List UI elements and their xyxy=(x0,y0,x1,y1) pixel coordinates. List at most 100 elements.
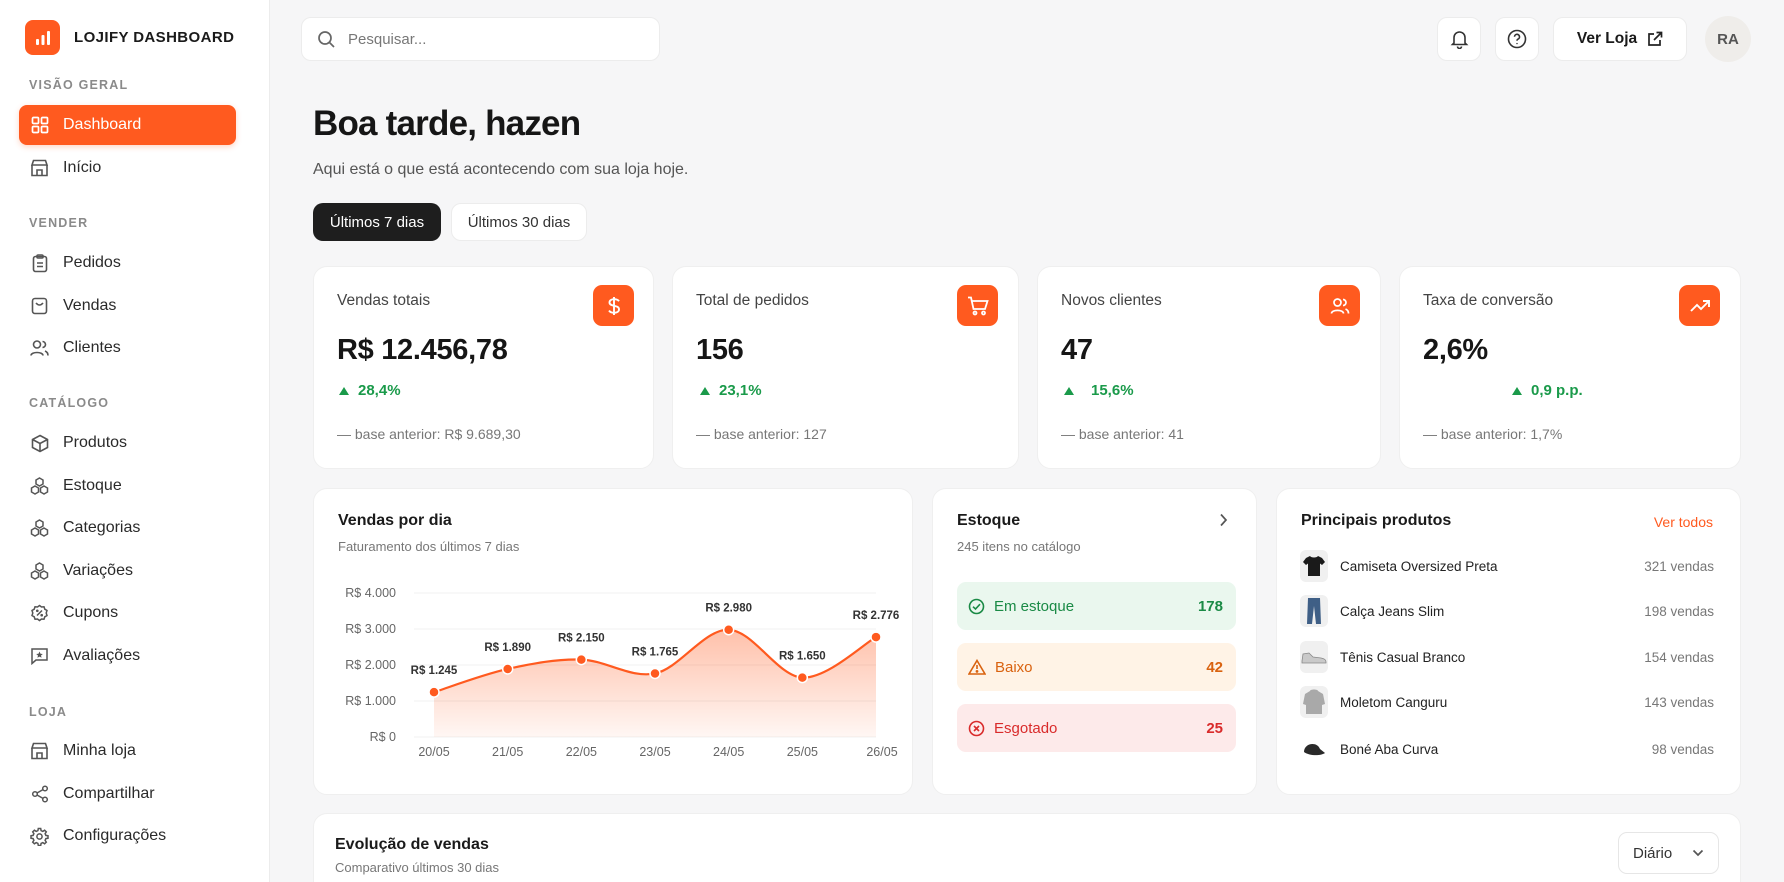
sidebar-item-produtos[interactable]: Produtos xyxy=(19,423,236,463)
warning-icon xyxy=(968,659,986,675)
stock-row-count: 178 xyxy=(1197,597,1223,615)
stock-row-in-stock[interactable]: Em estoque 178 xyxy=(957,582,1236,630)
list-item[interactable]: Moletom Canguru 143 vendas xyxy=(1300,684,1714,720)
kpi-base: — base anterior: 1,7% xyxy=(1423,426,1563,442)
tab-last-7-days[interactable]: Últimos 7 dias xyxy=(313,203,441,241)
shopping-bag-icon xyxy=(30,297,49,316)
sidebar-item-vendas[interactable]: Vendas xyxy=(19,286,236,326)
sidebar-item-cupons[interactable]: Cupons xyxy=(19,593,236,633)
sidebar-item-dashboard[interactable]: Dashboard xyxy=(19,105,236,145)
stock-subtitle: 245 itens no catálogo xyxy=(957,539,1081,554)
chevron-right-icon[interactable] xyxy=(1219,513,1228,527)
nav-section-title: LOJA xyxy=(29,705,68,719)
sidebar-item-compartilhar[interactable]: Compartilhar xyxy=(19,774,236,814)
sidebar-item-clientes[interactable]: Clientes xyxy=(19,328,236,368)
help-icon xyxy=(1507,29,1527,49)
x-tick-label: 21/05 xyxy=(492,745,523,759)
kpi-value: 47 xyxy=(1061,334,1093,366)
data-point xyxy=(428,686,440,698)
sidebar-item-minha-loja[interactable]: Minha loja xyxy=(19,731,236,771)
grid-icon xyxy=(30,116,49,135)
pants-icon xyxy=(1300,595,1328,627)
sidebar-item-label: Compartilhar xyxy=(63,785,155,802)
trend-up-icon xyxy=(1064,386,1074,395)
kpi-label: Total de pedidos xyxy=(696,292,809,309)
y-tick-label: R$ 3.000 xyxy=(345,622,396,636)
y-tick-label: R$ 0 xyxy=(370,730,396,744)
trend-up-icon xyxy=(700,386,710,395)
badge-percent-icon xyxy=(30,604,49,623)
sidebar-item-label: Dashboard xyxy=(63,116,142,133)
notifications-button[interactable] xyxy=(1437,17,1481,61)
stock-row-count: 25 xyxy=(1206,719,1223,737)
sidebar-item-pedidos[interactable]: Pedidos xyxy=(19,243,236,283)
store-icon xyxy=(30,159,49,178)
boxes-icon xyxy=(30,477,49,496)
sidebar-item-label: Configurações xyxy=(63,827,167,844)
sidebar-item-inicio[interactable]: Início xyxy=(19,148,236,188)
view-store-label: Ver Loja xyxy=(1576,30,1638,47)
cart-icon xyxy=(957,285,998,326)
kpi-card-new-customers: Novos clientes 47 15,6% — base anterior:… xyxy=(1037,266,1381,469)
view-store-button[interactable]: Ver Loja xyxy=(1553,17,1687,61)
view-all-link[interactable]: Ver todos xyxy=(1654,514,1713,530)
boxes-icon xyxy=(30,519,49,538)
search-bar[interactable] xyxy=(301,17,660,61)
kpi-delta: 0,9 p.p. xyxy=(1512,382,1583,399)
search-input[interactable] xyxy=(348,30,648,48)
bell-icon xyxy=(1450,29,1469,49)
nav-section-title: VISÃO GERAL xyxy=(29,78,129,92)
stock-row-out-of-stock[interactable]: Esgotado 25 xyxy=(957,704,1236,752)
list-item[interactable]: Camiseta Oversized Preta 321 vendas xyxy=(1300,548,1714,584)
gear-icon xyxy=(30,827,49,846)
sidebar-item-estoque[interactable]: Estoque xyxy=(19,466,236,506)
sidebar-item-configuracoes[interactable]: Configurações xyxy=(19,816,236,856)
kpi-card-conversion-rate: Taxa de conversão 2,6% 0,9 p.p. — base a… xyxy=(1399,266,1741,469)
stock-row-low[interactable]: Baixo 42 xyxy=(957,643,1236,691)
data-point xyxy=(501,663,514,675)
share-icon xyxy=(30,785,49,804)
sidebar-item-label: Minha loja xyxy=(63,742,136,759)
brand-name: LOJIFY DASHBOARD xyxy=(74,29,235,46)
nav-section-title: VENDER xyxy=(29,216,89,230)
sales-chart: R$ 4.000 R$ 3.000 R$ 2.000 R$ 1.000 R$ 0 R$ 1… xyxy=(345,586,899,759)
period-select[interactable]: Diário xyxy=(1618,832,1719,874)
trend-up-icon xyxy=(1679,285,1720,326)
page-subtitle: Aqui está o que está acontecendo com sua… xyxy=(313,161,689,178)
x-circle-icon xyxy=(968,720,985,737)
product-name: Tênis Casual Branco xyxy=(1340,649,1466,665)
sidebar-item-variacoes[interactable]: Variações xyxy=(19,551,236,591)
sidebar-item-label: Clientes xyxy=(63,339,121,356)
tab-last-30-days[interactable]: Últimos 30 dias xyxy=(451,203,587,241)
kpi-delta: 28,4% xyxy=(339,382,401,399)
kpi-delta: 15,6% xyxy=(1064,382,1134,399)
store-icon xyxy=(30,742,49,761)
x-tick-label: 24/05 xyxy=(713,745,744,759)
kpi-base: — base anterior: 41 xyxy=(1061,426,1184,442)
avatar[interactable]: RA xyxy=(1705,16,1751,62)
kpi-delta-value: 28,4% xyxy=(358,382,401,399)
x-tick-label: 22/05 xyxy=(566,745,597,759)
sales-per-day-card: Vendas por dia Faturamento dos últimos 7… xyxy=(313,488,913,795)
sidebar-item-categorias[interactable]: Categorias xyxy=(19,508,236,548)
list-item[interactable]: Tênis Casual Branco 154 vendas xyxy=(1300,639,1714,675)
data-point xyxy=(722,623,735,636)
product-sales: 321 vendas xyxy=(1644,558,1714,574)
sidebar-item-avaliacoes[interactable]: Avaliações xyxy=(19,636,236,676)
kpi-delta-value: 15,6% xyxy=(1091,382,1134,399)
trend-up-icon xyxy=(1512,386,1522,395)
hoodie-icon xyxy=(1300,686,1328,718)
product-sales: 154 vendas xyxy=(1644,649,1714,665)
users-icon xyxy=(30,339,49,358)
kpi-label: Novos clientes xyxy=(1061,292,1162,309)
sidebar-item-label: Vendas xyxy=(63,297,117,314)
list-item[interactable]: Calça Jeans Slim 198 vendas xyxy=(1300,593,1714,629)
sidebar-item-label: Produtos xyxy=(63,434,128,451)
brand[interactable]: LOJIFY DASHBOARD xyxy=(25,20,234,55)
help-button[interactable] xyxy=(1495,17,1539,61)
boxes-icon xyxy=(30,562,49,581)
list-item[interactable]: Boné Aba Curva 98 vendas xyxy=(1300,731,1714,767)
kpi-delta-value: 0,9 p.p. xyxy=(1531,382,1583,399)
product-name: Moletom Canguru xyxy=(1340,694,1448,710)
kpi-base: — base anterior: 127 xyxy=(696,426,827,442)
